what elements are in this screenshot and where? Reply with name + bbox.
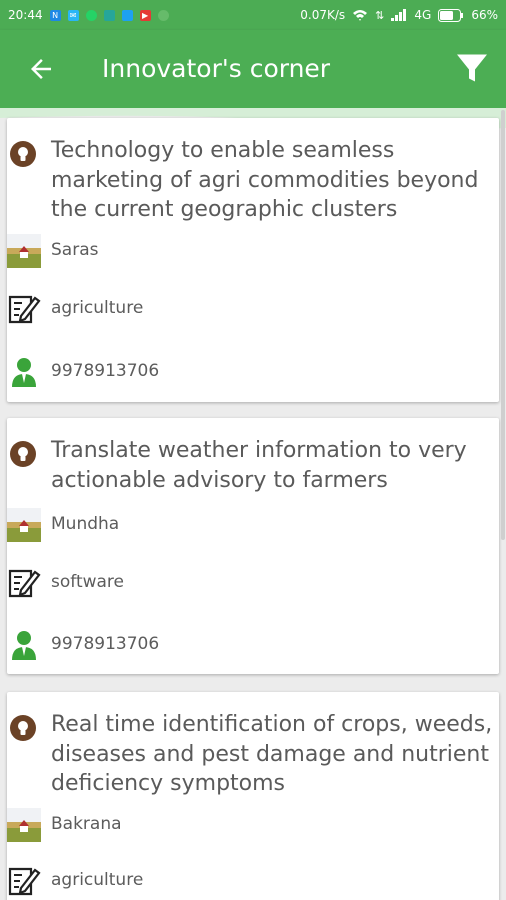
- notification-icon: [157, 9, 169, 21]
- person-icon: [12, 631, 36, 660]
- location-row: Bakrana: [7, 808, 487, 842]
- innovation-title: Technology to enable seamless marketing …: [51, 138, 479, 222]
- location-name: Mundha: [51, 514, 120, 534]
- whatsapp-icon: [85, 9, 97, 21]
- person-icon: [12, 358, 36, 387]
- edit-note-icon: [8, 295, 41, 324]
- network-speed: 0.07K/s: [300, 8, 346, 22]
- battery-icon: [438, 8, 464, 22]
- category-row: software: [7, 566, 487, 600]
- network-type: 4G: [414, 8, 432, 22]
- category-label: agriculture: [51, 298, 144, 318]
- page-title: Innovator's corner: [102, 54, 331, 83]
- village-icon: [7, 808, 41, 842]
- location-name: Bakrana: [51, 814, 122, 834]
- signal-icon: [391, 9, 407, 21]
- innovation-card[interactable]: Translate weather information to very ac…: [7, 418, 499, 674]
- innovation-title: Real time identification of crops, weeds…: [51, 712, 493, 796]
- scrollbar[interactable]: [501, 110, 505, 540]
- lightbulb-icon: [10, 715, 36, 741]
- notification-icon: N: [49, 9, 61, 21]
- twitter-icon: [121, 9, 133, 21]
- app-bar: Innovator's corner: [0, 30, 506, 108]
- contact-row: 9978913706: [7, 628, 487, 662]
- category-row: agriculture: [7, 292, 487, 326]
- status-bar: 20:44 N ✉ ▶ 0.07K/s ⇅ 4G 66%: [0, 0, 506, 30]
- innovation-card[interactable]: Real time identification of crops, weeds…: [7, 692, 499, 900]
- location-row: Saras: [7, 234, 487, 268]
- village-icon: [7, 234, 41, 268]
- location-name: Saras: [51, 240, 99, 260]
- data-arrows-icon: ⇅: [375, 8, 385, 22]
- filter-icon[interactable]: [454, 50, 490, 86]
- village-icon: [7, 508, 41, 542]
- notification-icon: [103, 9, 115, 21]
- edit-note-icon: [8, 569, 41, 598]
- category-row: agriculture: [7, 864, 487, 898]
- status-time: 20:44: [8, 8, 43, 22]
- phone-number[interactable]: 9978913706: [51, 634, 159, 654]
- battery-percent: 66%: [471, 8, 498, 22]
- edit-note-icon: [8, 867, 41, 896]
- phone-number[interactable]: 9978913706: [51, 361, 159, 381]
- location-row: Mundha: [7, 508, 487, 542]
- wifi-icon: [353, 10, 368, 21]
- lightbulb-icon: [10, 141, 36, 167]
- category-label: software: [51, 572, 125, 592]
- contact-row: 9978913706: [7, 355, 487, 389]
- innovation-title: Translate weather information to very ac…: [51, 438, 467, 493]
- lightbulb-icon: [10, 441, 36, 467]
- innovation-card[interactable]: Technology to enable seamless marketing …: [7, 118, 499, 402]
- arrow-back-icon[interactable]: [26, 54, 56, 84]
- youtube-icon: ▶: [139, 9, 151, 21]
- innovation-list: Technology to enable seamless marketing …: [0, 108, 506, 900]
- notification-icon: ✉: [67, 9, 79, 21]
- category-label: agriculture: [51, 870, 144, 890]
